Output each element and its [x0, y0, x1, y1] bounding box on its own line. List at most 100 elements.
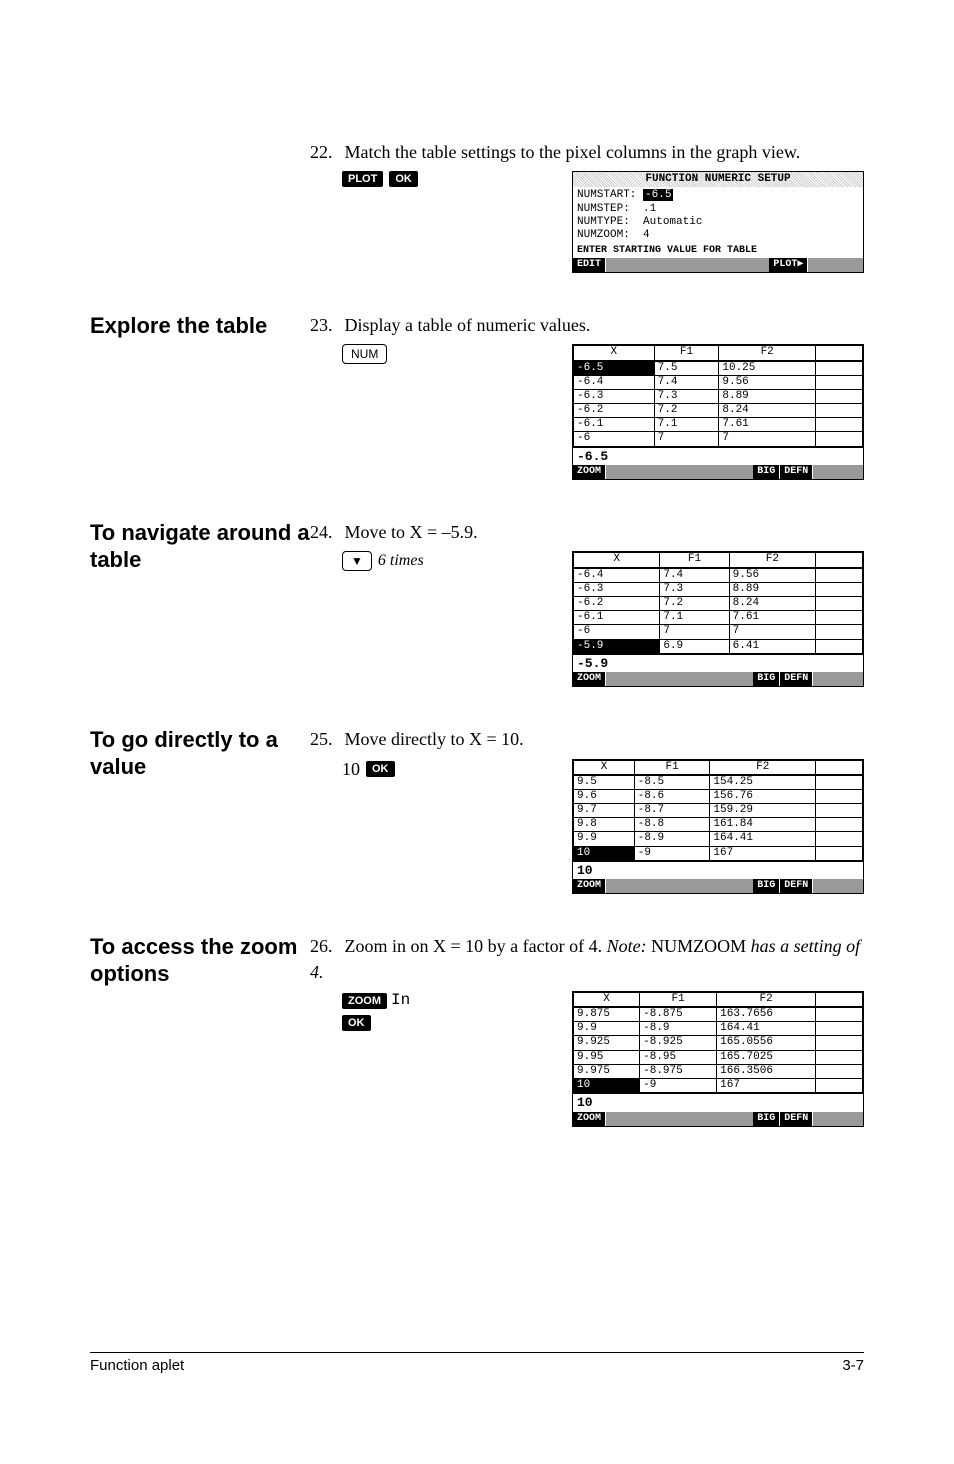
table-cell: 165.0556: [717, 1036, 816, 1050]
zoom-softkey[interactable]: ZOOM: [342, 993, 387, 1009]
table-cell: 8.89: [729, 582, 815, 596]
num-key[interactable]: NUM: [342, 344, 387, 364]
table-24-screen: XF1F2-6.47.49.56-6.37.38.89-6.27.28.24-6…: [572, 551, 864, 687]
table-row: 9.8-8.8161.84: [574, 818, 863, 832]
numtype-value: Automatic: [643, 216, 702, 228]
table-row: -6.47.49.56: [574, 568, 863, 583]
table-cell: 163.7656: [717, 1007, 816, 1022]
step-25-num: 25.: [310, 727, 340, 752]
foot-big: BIG: [753, 465, 780, 479]
table-row: -677: [574, 432, 863, 446]
foot-zoom: ZOOM: [573, 465, 606, 479]
table-cell: 9.56: [729, 568, 815, 583]
down-arrow-key[interactable]: ▼: [342, 551, 372, 571]
table-row: -6.17.17.61: [574, 418, 863, 432]
table-cell: 7.2: [660, 596, 729, 610]
ok-softkey-25[interactable]: OK: [366, 761, 395, 777]
foot-defn: DEFN: [780, 672, 813, 686]
table-row: -6.37.38.89: [574, 389, 863, 403]
table-row: 9.975-8.975166.3506: [574, 1064, 863, 1078]
data-table: XF1F29.5-8.5154.259.6-8.6156.769.7-8.715…: [573, 760, 863, 861]
foot-zoom: ZOOM: [573, 672, 606, 686]
table-cell: 9.7: [574, 804, 635, 818]
note-label: Note:: [607, 936, 647, 956]
plot-softkey[interactable]: PLOT: [342, 171, 383, 187]
numstep-label: NUMSTEP:: [577, 203, 630, 215]
col-header: X: [574, 760, 635, 775]
table-cell: 161.84: [710, 818, 816, 832]
col-header: F1: [634, 760, 710, 775]
table-cell: -6.2: [574, 596, 660, 610]
data-table: XF1F2-6.47.49.56-6.37.38.89-6.27.28.24-6…: [573, 552, 863, 653]
foot-defn: DEFN: [780, 879, 813, 893]
table-cell: 9.5: [574, 775, 635, 790]
numzoom-label: NUMZOOM:: [577, 229, 630, 241]
table-row: -677: [574, 625, 863, 639]
step-26-line: 26. Zoom in on X = 10 by a factor of 4. …: [310, 934, 864, 984]
table-cell: 7.3: [654, 389, 719, 403]
col-header: F2: [729, 553, 815, 568]
table-cell: -6.3: [574, 389, 655, 403]
table-cell: -8.9: [634, 832, 710, 846]
table-row: 9.95-8.95165.7025: [574, 1050, 863, 1064]
col-header: F1: [660, 553, 729, 568]
table-cell: 8.89: [719, 389, 816, 403]
table-row: 9.9-8.9164.41: [574, 1022, 863, 1036]
table-cell: -6: [574, 432, 655, 446]
step-23-line: 23. Display a table of numeric values.: [310, 313, 864, 338]
foot-defn: DEFN: [780, 465, 813, 479]
table-cell: 167: [717, 1078, 816, 1092]
setup-title: FUNCTION NUMERIC SETUP: [573, 172, 863, 187]
ok-softkey[interactable]: OK: [389, 171, 418, 187]
table-cell: -8.875: [640, 1007, 717, 1022]
table-cell: -6: [574, 625, 660, 639]
zoom-heading: To access the zoom options: [90, 934, 310, 1126]
table-foot: ZOOMBIGDEFN: [573, 879, 863, 893]
col-header: X: [574, 346, 655, 361]
table-row: -6.47.49.56: [574, 375, 863, 389]
table-cell: 9.9: [574, 832, 635, 846]
table-cell: -6.4: [574, 568, 660, 583]
table-cell: -6.1: [574, 418, 655, 432]
col-header: X: [574, 992, 640, 1007]
numstep-value: .1: [643, 203, 656, 215]
setup-foot: EDIT PLOT▶: [573, 258, 863, 272]
table-cell: -8.925: [640, 1036, 717, 1050]
table-cell: 7.5: [654, 361, 719, 376]
col-header: F1: [640, 992, 717, 1007]
table-cell: 6.9: [660, 639, 729, 653]
table-cell: 159.29: [710, 804, 816, 818]
col-header: F2: [710, 760, 816, 775]
table-cell: -6.2: [574, 404, 655, 418]
foot-defn: DEFN: [780, 1112, 813, 1126]
table-cell: -6.3: [574, 582, 660, 596]
data-table: XF1F29.875-8.875163.76569.9-8.9164.419.9…: [573, 992, 863, 1093]
table-cell: 7.4: [654, 375, 719, 389]
table-cell: -9: [640, 1078, 717, 1092]
table-cell: -6.1: [574, 611, 660, 625]
table-cell: 7.1: [654, 418, 719, 432]
table-cell: 9.9: [574, 1022, 640, 1036]
foot-big: BIG: [753, 1112, 780, 1126]
in-text: In: [391, 991, 410, 1009]
ok-softkey-26[interactable]: OK: [342, 1015, 371, 1031]
table-23-screen: XF1F2-6.57.510.25-6.47.49.56-6.37.38.89-…: [572, 344, 864, 480]
foot-big: BIG: [753, 879, 780, 893]
step-24-num: 24.: [310, 520, 340, 545]
numzoom-value: 4: [643, 229, 650, 241]
col-header: X: [574, 553, 660, 568]
table-cell: 9.875: [574, 1007, 640, 1022]
table-cell: 7.61: [719, 418, 816, 432]
note-text: NUMZOOM: [647, 936, 751, 956]
table-row: 9.7-8.7159.29: [574, 804, 863, 818]
table-cell: -8.7: [634, 804, 710, 818]
table-cell: 8.24: [719, 404, 816, 418]
table-cell: -9: [634, 846, 710, 860]
table-row: -6.17.17.61: [574, 611, 863, 625]
table-row: 9.9-8.9164.41: [574, 832, 863, 846]
table-row: 9.5-8.5154.25: [574, 775, 863, 790]
step-24-text: Move to X = –5.9.: [345, 522, 478, 542]
step-23-text: Display a table of numeric values.: [345, 315, 591, 335]
table-cell: 7.61: [729, 611, 815, 625]
table-foot: ZOOMBIGDEFN: [573, 672, 863, 686]
